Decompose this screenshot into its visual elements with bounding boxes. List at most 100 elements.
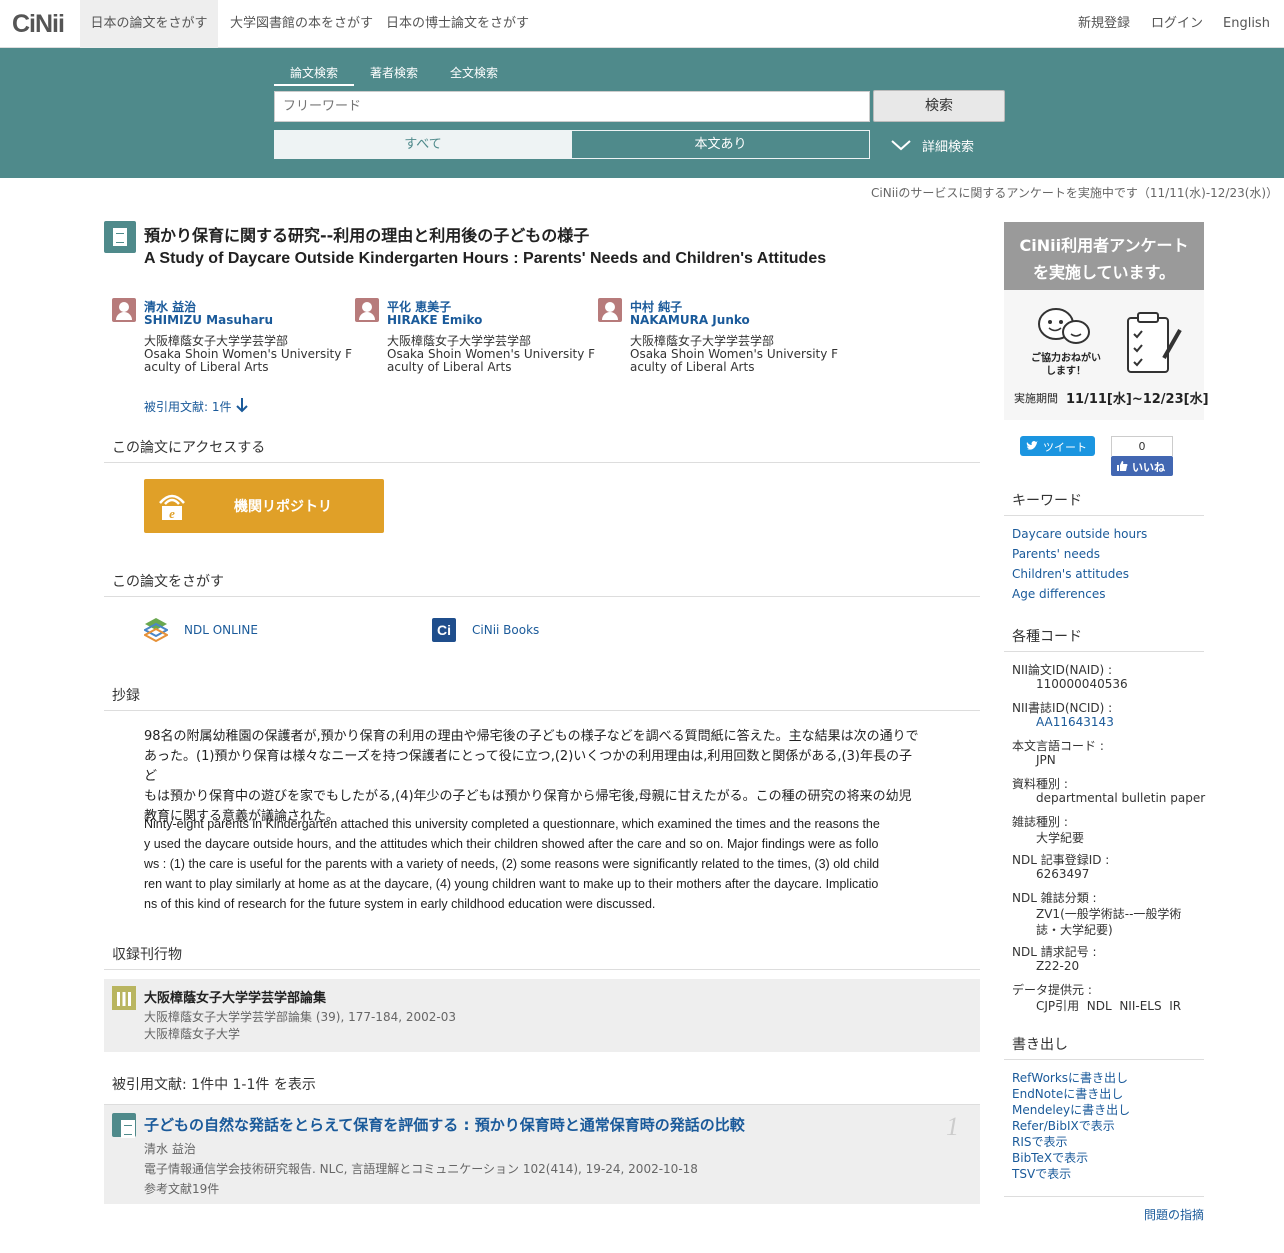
export-refer-link[interactable]: Refer/BibIXで表示 xyxy=(1012,1117,1115,1134)
ndl-online-link[interactable]: NDL ONLINE xyxy=(184,623,258,637)
advanced-search-link[interactable]: 詳細検索 xyxy=(922,136,974,155)
search-button[interactable]: 検索 xyxy=(873,90,1005,122)
keyword-link[interactable]: Age differences xyxy=(1012,587,1106,601)
code-label: 本文言語コード : xyxy=(1012,739,1104,753)
article-title-ja: 預かり保育に関する研究--利用の理由と利用後の子どもの様子 xyxy=(144,226,590,245)
citation-number: 1 xyxy=(946,1112,959,1141)
banner-period: 11/11[水]~12/23[水] xyxy=(1066,392,1209,407)
abstract-ja-line: もは預かり保育中の遊びを家でもしたがる,(4)年少の子どもは預かり保育から帰宅後… xyxy=(144,789,912,804)
cinii-logo[interactable]: CiNii xyxy=(12,10,65,39)
author-affiliation-en-2: aculty of Liberal Arts xyxy=(630,360,755,374)
journal-name[interactable]: 大阪樟蔭女子大学学芸学部論集 xyxy=(144,987,326,1006)
chat-bubbles-icon xyxy=(1038,308,1090,344)
export-section-title: 書き出し xyxy=(1004,1034,1204,1060)
register-link[interactable]: 新規登録 xyxy=(1078,0,1130,48)
citation-document-icon xyxy=(112,1113,136,1138)
citation-author[interactable]: 清水 益治 xyxy=(144,1140,196,1157)
survey-banner[interactable]: CiNii利用者アンケート を実施しています。 ご協力おねがい します！ 実施期… xyxy=(1004,222,1209,420)
access-section-title: この論文にアクセスする xyxy=(104,437,980,463)
abstract-ja-line: 98名の附属幼稚園の保護者が,預かり保育の利用の理由や帰宅後の子どもの様子などを… xyxy=(144,729,919,744)
code-value: 大学紀要 xyxy=(1036,831,1085,845)
abstract-ja: 98名の附属幼稚園の保護者が,預かり保育の利用の理由や帰宅後の子どもの様子などを… xyxy=(144,727,924,827)
cinii-books-icon: Ci xyxy=(432,618,456,642)
nav-tab-dissertations[interactable]: 日本の博士論文をさがす xyxy=(386,0,529,48)
institutional-repository-button[interactable]: e 機関リポジトリ xyxy=(144,479,384,533)
banner-period-label: 実施期間 xyxy=(1014,392,1058,405)
code-value: 誌・大学紀要) xyxy=(1036,923,1113,937)
nav-tab-articles[interactable]: 日本の論文をさがす xyxy=(80,0,218,48)
codes-section-title: 各種コード xyxy=(1004,626,1204,652)
banner-title-line2: を実施しています。 xyxy=(1033,263,1175,282)
author-name-en[interactable]: HIRAKE Emiko xyxy=(387,313,482,327)
survey-notice[interactable]: CiNiiのサービスに関するアンケートを実施中です（11/11(水)-12/23… xyxy=(871,184,1278,201)
banner-title-line1: CiNii利用者アンケート xyxy=(1019,236,1189,255)
arrow-down-icon[interactable] xyxy=(235,397,249,413)
abstract-en-line: ren want to play similarly at home as at… xyxy=(144,877,879,891)
export-mendeley-link[interactable]: Mendeleyに書き出し xyxy=(1012,1101,1130,1118)
author-affiliation-en: Osaka Shoin Women's University F xyxy=(387,347,596,361)
code-value: departmental bulletin paper xyxy=(1036,791,1206,805)
code-label: データ提供元 : xyxy=(1012,983,1092,997)
author-avatar-icon xyxy=(112,298,136,322)
code-value: 110000040536 xyxy=(1036,677,1128,691)
login-link[interactable]: ログイン xyxy=(1151,0,1203,48)
repository-icon: e xyxy=(159,494,185,521)
keyword-link[interactable]: Children's attitudes xyxy=(1012,567,1129,581)
tab-author-search[interactable]: 著者検索 xyxy=(354,64,434,86)
keyword-link[interactable]: Daycare outside hours xyxy=(1012,527,1147,541)
cited-by-link[interactable]: 被引用文献: 1件 xyxy=(144,398,232,415)
code-value: Z22-20 xyxy=(1036,959,1080,973)
author-avatar-icon xyxy=(598,298,622,322)
author-affiliation-en-2: aculty of Liberal Arts xyxy=(387,360,512,374)
twitter-bird-icon xyxy=(1026,441,1038,450)
filter-fulltext[interactable]: 本文あり xyxy=(571,130,870,159)
abstract-en-line: ws : (1) the care is useful for the pare… xyxy=(144,857,880,871)
article-title-en: A Study of Daycare Outside Kindergarten … xyxy=(144,250,827,267)
like-label: いいね xyxy=(1132,461,1165,474)
code-label: NDL 請求記号 : xyxy=(1012,945,1097,959)
code-value: 6263497 xyxy=(1036,867,1090,881)
like-count: 0 xyxy=(1111,436,1173,456)
tab-article-search[interactable]: 論文検索 xyxy=(274,64,354,86)
tweet-button[interactable]: ツイート xyxy=(1020,436,1095,456)
chevron-down-icon[interactable] xyxy=(890,138,912,152)
thumbs-up-icon xyxy=(1117,461,1128,471)
abstract-en-line: y used the daycare outside hours, and th… xyxy=(144,837,879,851)
ndl-online-icon xyxy=(144,618,168,643)
export-ris-link[interactable]: RISで表示 xyxy=(1012,1133,1068,1150)
report-problem-link[interactable]: 問題の指摘 xyxy=(1144,1206,1204,1223)
abstract-en-line: ns of this kind of research for the futu… xyxy=(144,897,656,911)
tab-fulltext-search[interactable]: 全文検索 xyxy=(434,64,514,86)
code-label: 資料種別 : xyxy=(1012,777,1068,791)
keywords-section-title: キーワード xyxy=(1004,490,1204,516)
journal-icon xyxy=(112,986,136,1010)
cinii-books-link[interactable]: CiNii Books xyxy=(472,623,539,637)
english-link[interactable]: English xyxy=(1223,0,1270,48)
citation-references[interactable]: 参考文献19件 xyxy=(144,1180,219,1197)
top-navbar: CiNii 日本の論文をさがす 大学図書館の本をさがす 日本の博士論文をさがす … xyxy=(0,0,1284,48)
repository-button-label: 機関リポジトリ xyxy=(234,499,332,515)
search-input[interactable] xyxy=(274,91,870,122)
export-tsv-link[interactable]: TSVで表示 xyxy=(1012,1165,1071,1182)
citation-source: 電子情報通信学会技術研究報告. NLC, 言語理解とコミュニケーション 102(… xyxy=(144,1162,698,1176)
filter-all[interactable]: すべて xyxy=(274,130,572,159)
facebook-like-button[interactable]: いいね xyxy=(1111,456,1173,476)
find-section-title: この論文をさがす xyxy=(104,571,980,597)
export-endnote-link[interactable]: EndNoteに書き出し xyxy=(1012,1085,1123,1102)
citation-title[interactable]: 子どもの自然な発話をとらえて保育を評価する : 預かり保育時と通常保育時の発話の… xyxy=(144,1114,745,1135)
citations-section-title: 被引用文献: 1件中 1-1件 を表示 xyxy=(112,1077,316,1093)
keyword-link[interactable]: Parents' needs xyxy=(1012,547,1100,561)
author-name-en[interactable]: SHIMIZU Masuharu xyxy=(144,313,273,327)
nav-tab-books[interactable]: 大学図書館の本をさがす xyxy=(230,0,373,48)
abstract-en-line: Ninty-eight parents in Kindergarten atta… xyxy=(144,817,880,831)
code-value: CJP引用 NDL NII-ELS IR xyxy=(1036,999,1182,1013)
search-panel: 論文検索 著者検索 全文検索 検索 すべて 本文あり 詳細検索 xyxy=(0,48,1284,178)
abstract-section-title: 抄録 xyxy=(104,685,980,711)
code-label: NII論文ID(NAID) : xyxy=(1012,663,1113,677)
banner-bubble-text: ご協力おねがい します！ xyxy=(1031,353,1101,377)
author-affiliation-en-2: aculty of Liberal Arts xyxy=(144,360,269,374)
export-bibtex-link[interactable]: BibTeXで表示 xyxy=(1012,1149,1088,1166)
author-name-en[interactable]: NAKAMURA Junko xyxy=(630,313,750,327)
export-refworks-link[interactable]: RefWorksに書き出し xyxy=(1012,1069,1128,1086)
ncid-link[interactable]: AA11643143 xyxy=(1036,715,1114,729)
